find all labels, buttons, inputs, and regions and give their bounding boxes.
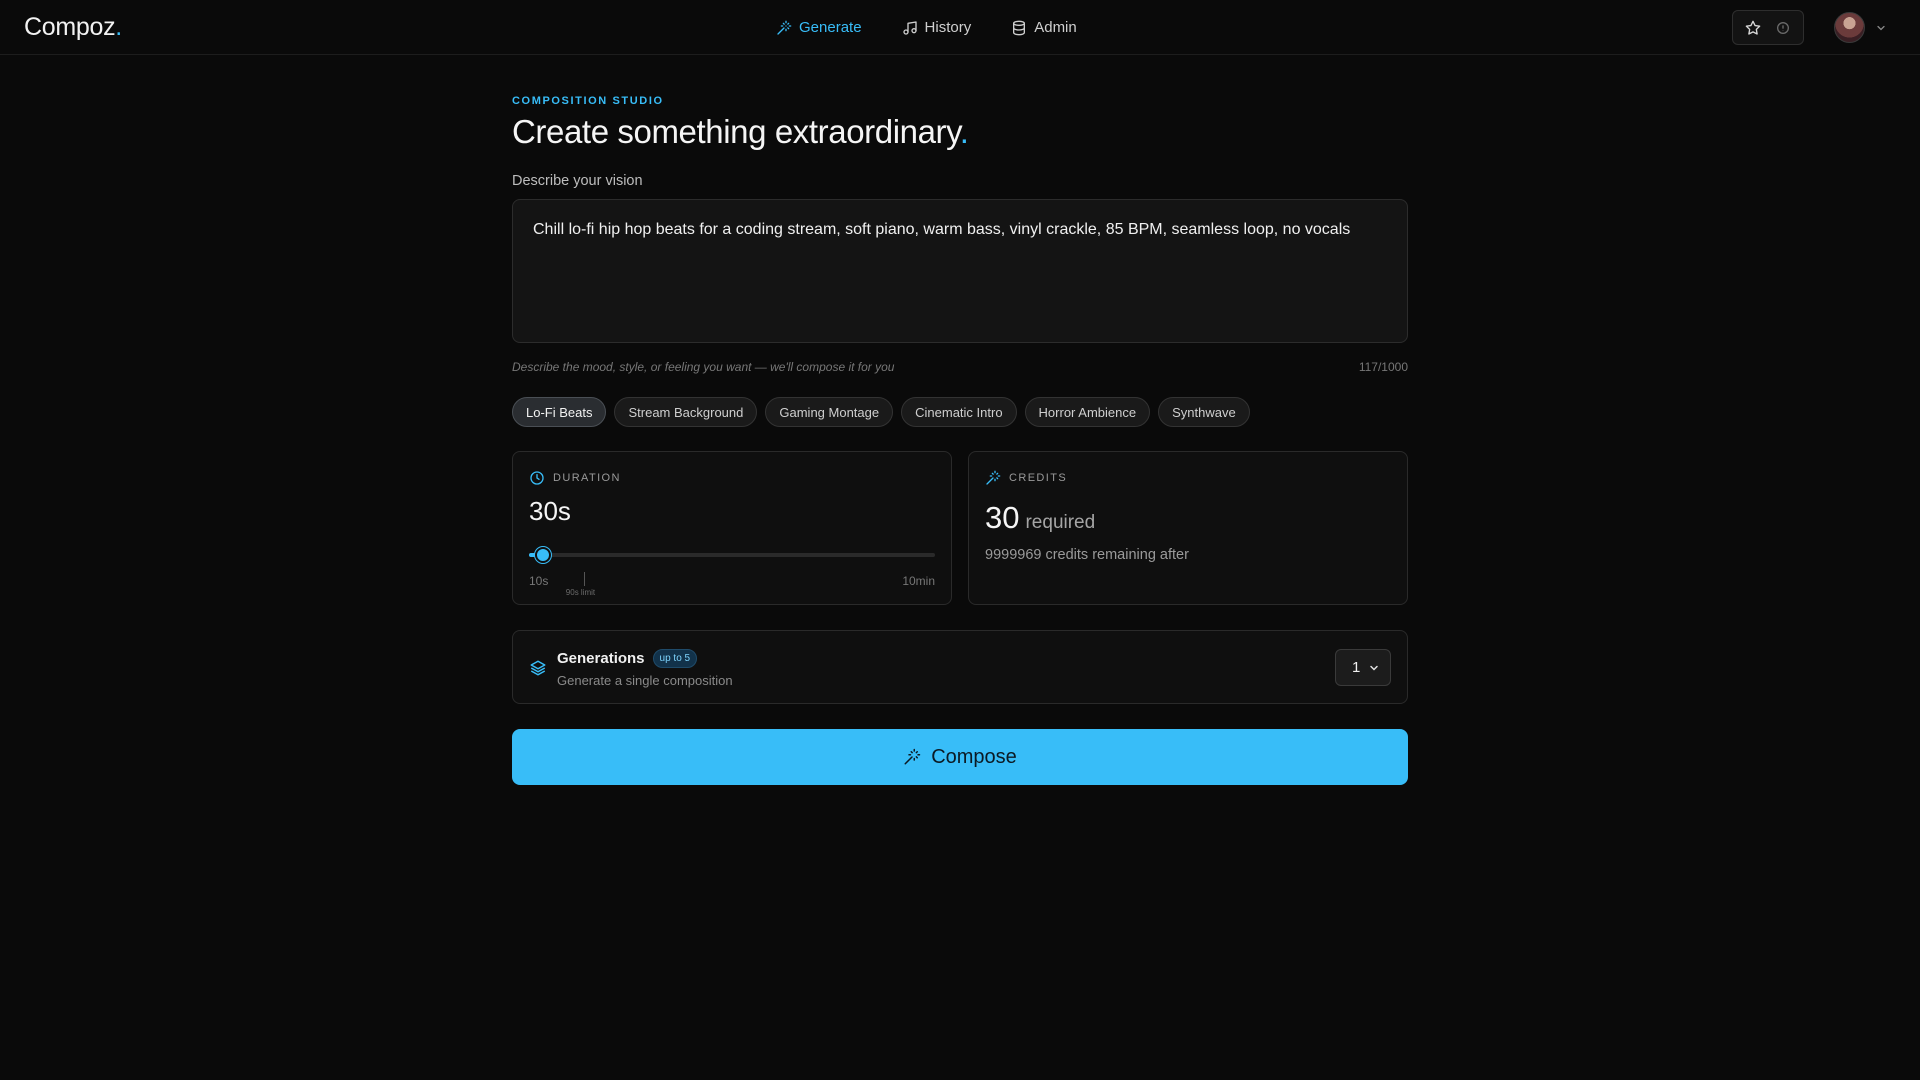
title-dot: . — [959, 113, 969, 150]
user-menu[interactable] — [1834, 12, 1887, 43]
brand-name: Compoz — [24, 13, 116, 41]
nav-label: History — [924, 19, 972, 36]
chevron-down-icon — [1370, 665, 1378, 671]
avatar — [1834, 12, 1865, 43]
duration-limit-tick — [583, 572, 585, 586]
credits-remaining: 9999969 credits remaining after — [985, 547, 1189, 563]
wand-icon — [904, 748, 921, 765]
music-note-icon — [902, 20, 917, 35]
page-title: Create something extraordinary. — [512, 113, 1408, 151]
compose-label: Compose — [931, 745, 1017, 768]
layers-icon — [530, 660, 546, 676]
compose-button[interactable]: Compose — [512, 729, 1408, 785]
favorites-button[interactable] — [1732, 10, 1804, 45]
credits-card: CREDITS 30 required 9999969 credits rema… — [968, 451, 1408, 605]
generations-select[interactable]: 1 — [1335, 649, 1391, 686]
duration-max-label: 10min — [902, 574, 935, 588]
preset-chip-stream-background[interactable]: Stream Background — [614, 397, 758, 427]
nav-item-history[interactable]: History — [902, 19, 972, 36]
info-icon — [1777, 21, 1789, 34]
brand-dot: . — [115, 13, 122, 41]
clock-icon — [530, 471, 544, 485]
top-bar: Compoz. Generate History Admin — [0, 0, 1920, 55]
duration-limit-label: 90s limit — [565, 588, 596, 597]
brand-logo[interactable]: Compoz. — [24, 13, 122, 42]
section-eyebrow: COMPOSITION STUDIO — [512, 95, 664, 107]
duration-label-row: DURATION — [529, 470, 621, 486]
star-icon — [1745, 20, 1761, 35]
composition-studio: COMPOSITION STUDIO Create something extr… — [512, 95, 1408, 785]
preset-chip-synthwave[interactable]: Synthwave — [1158, 397, 1250, 427]
generations-title: Generations — [557, 650, 645, 667]
nav-item-generate[interactable]: Generate — [776, 19, 862, 36]
preset-chip-horror-ambience[interactable]: Horror Ambience — [1024, 397, 1151, 427]
prompt-hint-row: Describe the mood, style, or feeling you… — [512, 360, 1408, 374]
duration-slider[interactable] — [529, 547, 935, 563]
nav-label: Generate — [799, 19, 862, 36]
character-counter: 117/1000 — [1358, 360, 1408, 374]
page-title-text: Create something extraordinary — [512, 113, 960, 150]
chevron-down-icon — [1877, 25, 1885, 30]
nav-label: Admin — [1034, 19, 1077, 36]
generations-title-row: Generations up to 5 — [557, 649, 698, 668]
nav-item-admin[interactable]: Admin — [1011, 19, 1077, 36]
database-icon — [1013, 20, 1026, 35]
generations-selected-value: 1 — [1352, 659, 1361, 676]
duration-value: 30s — [529, 496, 571, 526]
duration-slider-thumb[interactable] — [534, 547, 551, 563]
generations-card: Generations up to 5 Generate a single co… — [512, 630, 1408, 704]
credits-suffix: required — [1025, 512, 1096, 533]
preset-chip-cinematic-intro[interactable]: Cinematic Intro — [901, 397, 1017, 427]
prompt-hint: Describe the mood, style, or feeling you… — [512, 360, 895, 374]
generations-subtitle: Generate a single composition — [557, 673, 733, 688]
settings-cards: DURATION 30s 90s limit 10s 10min CREDITS… — [512, 451, 1408, 605]
credits-value: 30 — [985, 500, 1020, 535]
main-nav: Generate History Admin — [776, 0, 1077, 55]
generations-badge: up to 5 — [652, 649, 698, 668]
wand-icon — [777, 20, 792, 35]
duration-card: DURATION 30s 90s limit 10s 10min — [512, 451, 952, 605]
preset-chip-gaming-montage[interactable]: Gaming Montage — [765, 397, 894, 427]
credits-required: 30 required — [985, 500, 1095, 536]
credits-label-row: CREDITS — [985, 470, 1067, 486]
wand-icon — [986, 470, 1001, 485]
credits-label: CREDITS — [1009, 472, 1068, 484]
prompt-input[interactable] — [512, 199, 1408, 343]
preset-chip-lofi-beats[interactable]: Lo-Fi Beats — [512, 397, 607, 427]
prompt-label: Describe your vision — [512, 173, 643, 189]
duration-label: DURATION — [553, 472, 621, 484]
preset-chips: Lo-Fi Beats Stream Background Gaming Mon… — [512, 397, 1408, 427]
duration-min-label: 10s — [529, 574, 549, 588]
